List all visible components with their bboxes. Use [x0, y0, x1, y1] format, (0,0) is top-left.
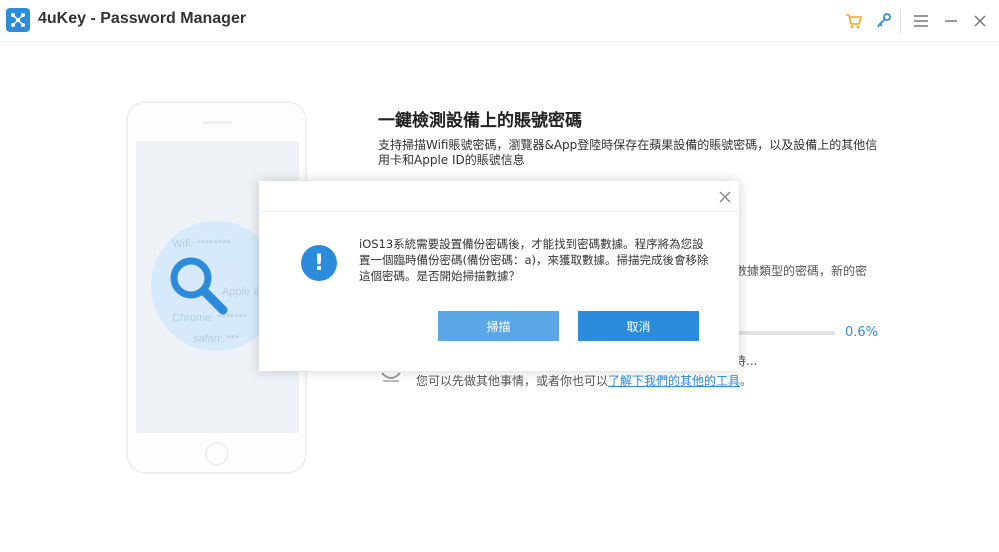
- dialog-close-icon[interactable]: [717, 189, 733, 205]
- dialog-header: [259, 181, 739, 212]
- ghost-label-safari: safari: ***: [193, 333, 239, 345]
- page-description: 支持掃描Wifi賬號密碼，瀏覽器&App登陸時保存在蘋果設備的賬號密碼，以及設備…: [378, 138, 878, 167]
- key-icon[interactable]: [872, 9, 896, 33]
- hint-prefix: 您可以先做其他事情，或者你也可以: [416, 374, 609, 388]
- titlebar-separator: [900, 8, 901, 34]
- progress-bar: [735, 331, 835, 335]
- app-title: 4uKey - Password Manager: [38, 10, 247, 27]
- progress-percent: 0.6%: [845, 325, 879, 340]
- hint-suffix: 。: [740, 374, 753, 388]
- title-bar: 4uKey - Password Manager: [0, 0, 999, 42]
- menu-icon[interactable]: [909, 9, 933, 33]
- magnifier-icon: [167, 254, 231, 322]
- dialog-message: iOS13系統需要設置備份密碼後，才能找到密碼數據。程序將為您設置一個臨時備份密…: [359, 237, 709, 283]
- hint-text: 您可以先做其他事情，或者你也可以了解下我們的其他的工具。: [416, 372, 752, 389]
- phone-speaker: [202, 121, 232, 124]
- page-heading: 一鍵檢測設備上的賬號密碼: [378, 111, 582, 131]
- scan-button[interactable]: 掃描: [438, 311, 559, 341]
- minimize-icon[interactable]: [939, 9, 963, 33]
- cart-icon[interactable]: [842, 9, 866, 33]
- info-exclamation-icon: !: [301, 245, 337, 281]
- scan-confirm-dialog: ! iOS13系統需要設置備份密碼後，才能找到密碼數據。程序將為您設置一個臨時備…: [259, 181, 739, 371]
- close-icon[interactable]: [968, 9, 992, 33]
- cancel-button[interactable]: 取消: [578, 311, 699, 341]
- phone-home-button: [205, 442, 229, 466]
- other-tools-link[interactable]: 了解下我們的其他的工具: [608, 374, 740, 388]
- partial-description-text: 數據類型的密碼，新的密: [735, 264, 868, 278]
- ghost-label-wifi: Wifi: ********: [172, 238, 231, 250]
- app-logo-icon: [6, 8, 30, 32]
